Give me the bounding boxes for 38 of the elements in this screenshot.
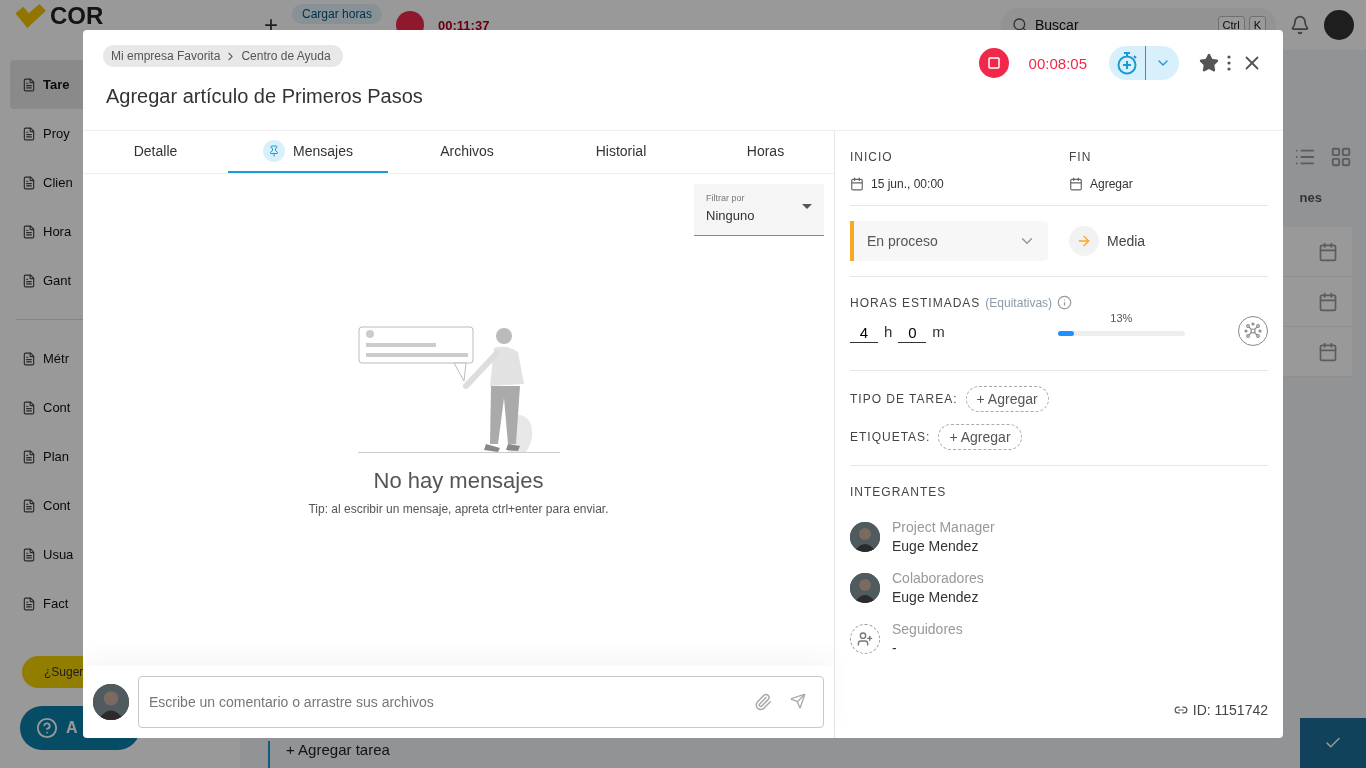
tags-label: ETIQUETAS: xyxy=(850,430,931,444)
start-label: INICIO xyxy=(850,150,893,164)
member-role: Seguidores xyxy=(892,621,963,637)
sidebar-label: Fact xyxy=(43,596,69,611)
member-name: - xyxy=(892,640,898,656)
sidebar-label: Cont xyxy=(43,400,71,415)
members-heading: INTEGRANTES xyxy=(850,485,947,499)
sidebar-label: Gant xyxy=(43,273,72,288)
task-title: Agregar artículo de Primeros Pasos xyxy=(106,85,423,108)
filter-value: Ninguno xyxy=(706,208,756,223)
sidebar-label: Clien xyxy=(43,175,73,190)
hours-note: (Equitativas) xyxy=(985,295,1053,310)
sidebar-label: Cont xyxy=(43,498,71,513)
sidebar-label: Proy xyxy=(43,126,70,141)
sidebar-label: Usua xyxy=(43,547,74,562)
end-label: FIN xyxy=(1069,150,1092,164)
sidebar-label: Tare xyxy=(43,77,70,92)
member-role: Colaboradores xyxy=(892,570,984,586)
minutes-unit: m xyxy=(932,322,945,340)
empty-title: No hay mensajes xyxy=(373,468,544,494)
sidebar-label: Hora xyxy=(43,224,72,239)
task-id: ID: 1151742 xyxy=(1192,702,1268,718)
member-name: Euge Mendez xyxy=(892,538,980,554)
sidebar-label: Métr xyxy=(43,351,69,366)
task-type-label: TIPO DE TAREA: xyxy=(850,392,958,406)
hours-label: HORAS ESTIMADAS xyxy=(850,295,981,310)
help-label: A xyxy=(66,719,78,737)
progress-reading: 13% xyxy=(1110,312,1133,324)
empty-tip: Tip: al escribir un mensaje, apreta ctrl+enter para enviar. xyxy=(308,502,609,516)
filter-label: Filtrar por xyxy=(706,193,746,203)
timer-text: 00:08:05 xyxy=(1028,54,1087,72)
member-role: Project Manager xyxy=(892,519,995,535)
hours-unit: h xyxy=(884,322,893,340)
timer-text: 00:11:37 xyxy=(438,17,490,33)
member-name: Euge Mendez xyxy=(892,589,980,605)
logo-text: COR xyxy=(50,4,104,28)
sidebar-label: Plan xyxy=(43,449,70,464)
column-heading: nes xyxy=(1299,190,1322,205)
